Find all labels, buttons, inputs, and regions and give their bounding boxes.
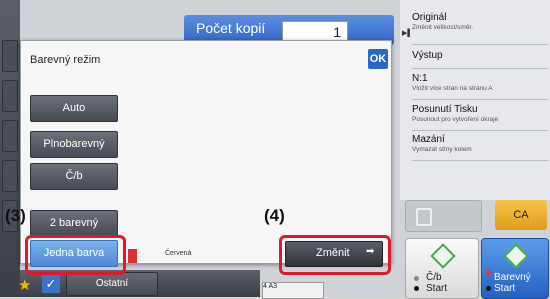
bw-start-label-1: Č/b (426, 272, 442, 283)
dialog-title: Barevný režim (30, 54, 101, 66)
left-edge-tabs (0, 0, 20, 297)
bw-button[interactable]: Č/b (30, 163, 118, 190)
right-panel-item-original[interactable]: Originál Změnit velikost/směr. (412, 12, 548, 45)
disabled-preview-button (405, 200, 482, 232)
single-color-highlight (25, 235, 126, 275)
bw-start-button[interactable]: Č/b Start (405, 238, 479, 299)
color-start-label-1: Barevný (494, 272, 531, 283)
other-button[interactable]: Ostatní (66, 272, 158, 296)
start-diamond-icon (503, 243, 529, 269)
auto-button[interactable]: Auto (30, 95, 118, 122)
expand-arrow-icon[interactable]: ▶▌ (402, 29, 412, 37)
item-title: Výstup (412, 50, 443, 61)
right-panel-item-output[interactable]: Výstup (412, 50, 548, 69)
right-panel-item-print-shift[interactable]: Posunutí Tisku Posunout pro vytvoření ok… (412, 104, 548, 131)
right-panel-item-erase[interactable]: Mazání Vymazat stíny kolem (412, 134, 548, 161)
color-start-label-2: Start (494, 283, 516, 294)
bw-start-label-2: Start (426, 283, 448, 294)
paper-tray-indicator: 4 A3 (262, 282, 324, 299)
two-color-button[interactable]: 2 barevný (30, 210, 118, 237)
item-title: Mazání (412, 134, 445, 145)
item-subtitle: Změnit velikost/směr. (412, 24, 474, 31)
step-3-label: (3) (5, 206, 26, 225)
right-panel-item-n-up[interactable]: N:1 Vložit více stran na stranu A (412, 73, 548, 100)
clear-all-button[interactable]: CA (495, 200, 547, 230)
selected-color-name: Červená (165, 250, 192, 257)
ok-button[interactable]: OK (368, 49, 388, 69)
black-dot-icon (486, 286, 491, 291)
item-title: Originál (412, 12, 447, 23)
check-icon[interactable]: ✓ (42, 275, 60, 293)
item-subtitle: Vymazat stíny kolem (412, 146, 472, 153)
change-highlight (279, 235, 391, 275)
item-title: Posunutí Tisku (412, 104, 478, 115)
step-4-label: (4) (264, 206, 285, 225)
item-subtitle: Posunout pro vytvoření okraje (412, 116, 499, 123)
selected-color-swatch (128, 249, 137, 263)
star-icon[interactable]: ★ (18, 276, 31, 294)
item-title: N:1 (412, 73, 428, 84)
item-subtitle: Vložit více stran na stranu A (412, 85, 493, 92)
red-dot-icon (486, 270, 491, 275)
gray-dot-icon (414, 276, 419, 281)
black-dot-icon (414, 286, 419, 291)
copies-input[interactable]: 1 (282, 21, 348, 41)
full-color-button[interactable]: Plnobarevný (30, 131, 118, 158)
document-icon (416, 208, 432, 226)
copies-label: Počet kopií (196, 20, 266, 36)
color-start-button[interactable]: Barevný Start (481, 238, 549, 299)
start-diamond-icon (430, 243, 456, 269)
